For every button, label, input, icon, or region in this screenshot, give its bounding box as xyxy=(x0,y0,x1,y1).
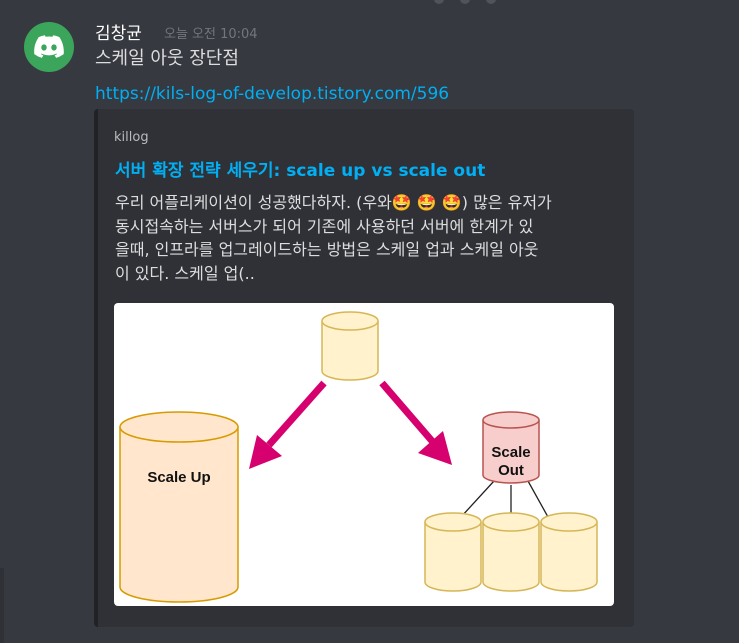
embed-description: 우리 어플리케이션이 성공했다하자. (우와🤩 🤩 🤩) 많은 유저가 동시접속… xyxy=(115,191,615,285)
embed-provider: killog xyxy=(114,130,149,145)
scale-out-cylinder: Scale Out xyxy=(482,411,540,484)
scale-up-label: Scale Up xyxy=(147,469,210,486)
embed-image[interactable]: Scale Up Scale Out xyxy=(114,303,614,606)
embed-description-line: 우리 어플리케이션이 성공했다하자. (우와🤩 🤩 🤩) 많은 유저가 xyxy=(115,193,552,212)
arrow-to-scale-out xyxy=(379,380,452,465)
embed-description-line: 동시접속하는 서버스가 되어 기존에 사용하던 서버에 한계가 있 xyxy=(115,216,534,236)
scale-up-cylinder: Scale Up xyxy=(119,411,239,603)
message-text: 스케일 아웃 장단점 xyxy=(95,48,239,69)
embed-description-line: 이 있다. 스케일 업(.. xyxy=(115,263,255,283)
embed-title[interactable]: 서버 확장 전략 세우기: scale up vs scale out xyxy=(115,159,485,183)
server-cylinder xyxy=(424,512,482,592)
author-name[interactable]: 김창균 xyxy=(95,22,142,46)
server-cylinder xyxy=(540,512,598,592)
scale-out-connectors xyxy=(460,480,549,518)
link-embed: killog 서버 확장 전략 세우기: scale up vs scale o… xyxy=(94,109,634,627)
arrow-to-scale-up xyxy=(249,380,327,469)
embed-description-line: 을때, 인프라를 업그레이드하는 방법은 스케일 업과 스케일 아웃 xyxy=(115,240,539,259)
scale-diagram: Scale Up Scale Out xyxy=(119,311,598,603)
avatar[interactable] xyxy=(24,22,74,72)
scale-out-label: Out xyxy=(498,462,524,479)
message-link[interactable]: https://kils-log-of-develop.tistory.com/… xyxy=(95,81,449,107)
source-server-cylinder xyxy=(321,311,379,381)
server-cylinder xyxy=(482,512,540,592)
message-timestamp: 오늘 오전 10:04 xyxy=(164,27,258,42)
chat-message: 김창균 오늘 오전 10:04 스케일 아웃 장단점 https://kils-… xyxy=(0,0,739,643)
scale-out-label: Scale xyxy=(491,444,530,461)
discord-logo-icon xyxy=(34,35,64,58)
